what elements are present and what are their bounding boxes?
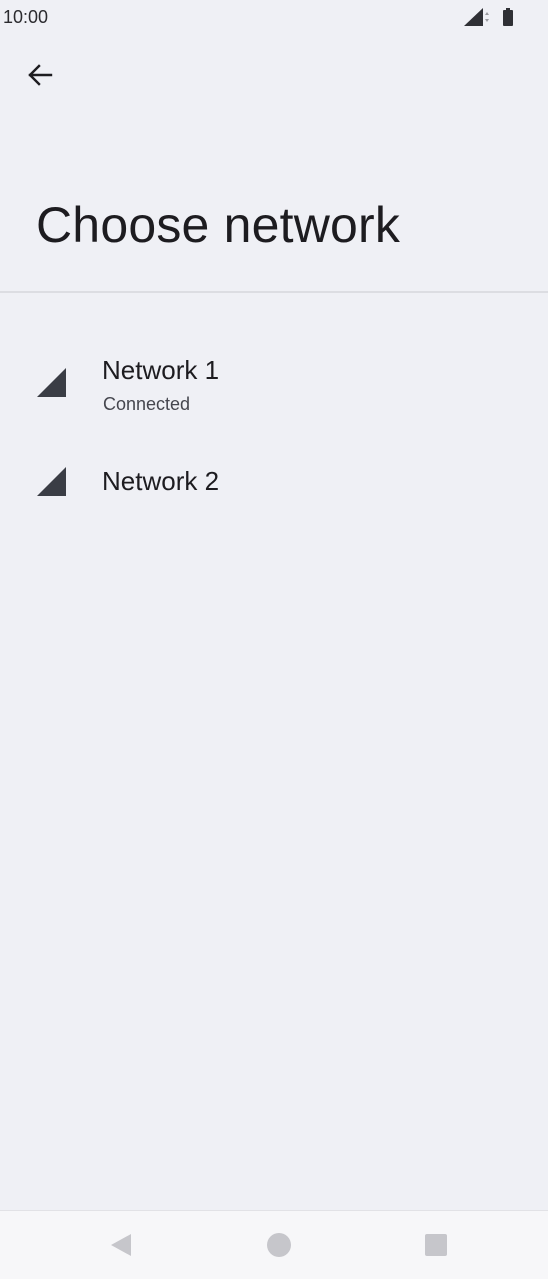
status-icons — [464, 7, 522, 27]
network-item-1[interactable]: Network 1 Connected — [0, 340, 548, 430]
data-arrows-icon — [485, 12, 489, 22]
back-button[interactable] — [16, 51, 64, 99]
header-divider — [0, 291, 548, 293]
nav-home-button[interactable] — [239, 1211, 319, 1279]
signal-icon — [37, 368, 66, 397]
signal-icon — [37, 467, 66, 496]
cellular-signal-icon — [464, 8, 483, 26]
network-status: Connected — [103, 394, 191, 414]
status-icons-svg — [464, 8, 513, 26]
home-circle-icon — [267, 1233, 291, 1257]
nav-recents-button[interactable] — [396, 1211, 476, 1279]
battery-icon — [503, 8, 513, 26]
network-name: Network 1 — [102, 355, 220, 385]
page-title: Choose network — [36, 197, 401, 253]
back-triangle-icon — [111, 1234, 131, 1256]
status-time: 10:00 — [3, 7, 49, 27]
status-bar: 10:00 — [0, 0, 548, 36]
navigation-bar — [0, 1210, 548, 1279]
nav-back-button[interactable] — [81, 1211, 161, 1279]
network-item-2[interactable]: Network 2 — [0, 440, 548, 530]
network-name: Network 2 — [102, 466, 220, 496]
arrow-back-icon — [28, 64, 53, 86]
recents-square-icon — [425, 1234, 447, 1256]
